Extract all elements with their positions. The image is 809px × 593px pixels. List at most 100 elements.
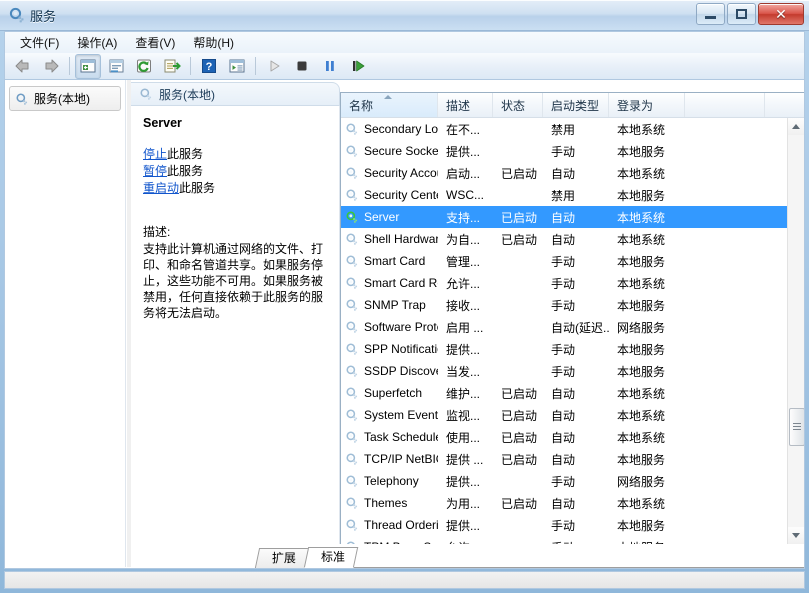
export-list-icon[interactable] [159,54,185,79]
table-row[interactable]: Task Scheduler使用...已启动自动本地系统 [341,426,787,448]
properties-icon[interactable] [103,54,129,79]
cell-text: SSDP Discovery [364,364,438,378]
help-icon[interactable]: ? [196,54,222,79]
column-log-on-as-label: 登录为 [617,97,653,114]
table-row[interactable]: Secondary Logon在不...禁用本地系统 [341,118,787,140]
minimize-button[interactable] [696,3,725,25]
column-status[interactable]: 状态 [493,93,543,117]
cell-text: 网络服务 [617,475,665,489]
restart-service-link[interactable]: 重启动 [143,181,179,195]
cell-log-on-as: 本地服务 [609,517,685,534]
table-row[interactable]: TCP/IP NetBIOS ...提供 ...已启动自动本地服务 [341,448,787,470]
table-row[interactable]: Smart Card Rem...允许...手动本地系统 [341,272,787,294]
start-service-icon[interactable] [261,54,287,79]
tab-extended[interactable]: 扩展 [255,548,309,568]
tree-node-label: 服务(本地) [34,90,90,107]
table-row[interactable]: Software Protect...启用 ...自动(延迟...网络服务 [341,316,787,338]
menu-action[interactable]: 操作(A) [68,31,126,54]
table-row[interactable]: Telephony提供...手动网络服务 [341,470,787,492]
cell-log-on-as: 本地服务 [609,253,685,270]
table-row[interactable]: SSDP Discovery当发...手动本地服务 [341,360,787,382]
cell-text: System Event N... [364,408,438,422]
cell-text: 本地服务 [617,453,665,467]
cell-log-on-as: 本地服务 [609,297,685,314]
restart-service-icon[interactable] [345,54,371,79]
pause-service-icon[interactable] [317,54,343,79]
cell-text: 手动 [551,299,575,313]
table-row[interactable]: TPM Base Servic允许手动本地服务 [341,536,787,544]
column-description[interactable]: 描述 [438,93,493,117]
svg-text:?: ? [206,61,213,73]
table-row[interactable]: Themes为用...已启动自动本地系统 [341,492,787,514]
cell-status: 已启动 [493,231,543,248]
tree-node-services-local[interactable]: 服务(本地) [9,86,121,111]
cell-description: 提供 ... [438,451,493,468]
table-row[interactable]: SPP Notification ...提供...手动本地服务 [341,338,787,360]
cell-text: 手动 [551,519,575,533]
menu-help[interactable]: 帮助(H) [184,31,243,54]
cell-status: 已启动 [493,385,543,402]
cell-text: Thread Orderin... [364,518,438,532]
cell-name: Server [341,210,438,224]
cell-name: TCP/IP NetBIOS ... [341,452,438,466]
table-row[interactable]: Secure Socket T...提供...手动本地服务 [341,140,787,162]
cell-text: Security Account... [364,166,438,180]
table-row[interactable]: Superfetch维护...已启动自动本地系统 [341,382,787,404]
cell-text: 已启动 [501,409,537,423]
stop-service-link-suffix: 此服务 [167,147,203,161]
cell-description: 当发... [438,363,493,380]
forward-icon[interactable] [38,54,64,79]
column-log-on-as[interactable]: 登录为 [609,93,685,117]
refresh-icon[interactable] [131,54,157,79]
cell-startup-type: 自动 [543,451,609,468]
table-row[interactable]: Security CenterWSC...禁用本地服务 [341,184,787,206]
cell-startup-type: 自动 [543,209,609,226]
service-gear-icon [345,540,359,544]
cell-log-on-as: 本地系统 [609,165,685,182]
service-gear-icon [345,254,359,268]
column-startup-type[interactable]: 启动类型 [543,93,609,117]
cell-startup-type: 手动 [543,539,609,545]
scroll-up-icon[interactable] [788,118,804,135]
scroll-down-icon[interactable] [788,527,804,544]
cell-text: 本地服务 [617,299,665,313]
scroll-thumb[interactable] [789,408,804,446]
cell-name: SPP Notification ... [341,342,438,356]
column-name[interactable]: 名称 [341,93,438,117]
close-button[interactable]: ✕ [758,3,804,25]
tab-standard[interactable]: 标准 [304,547,358,568]
back-icon[interactable] [10,54,36,79]
cell-text: TCP/IP NetBIOS ... [364,452,438,466]
column-filler[interactable] [685,93,765,117]
stop-service-icon[interactable] [289,54,315,79]
cell-status: 已启动 [493,495,543,512]
cell-startup-type: 禁用 [543,121,609,138]
maximize-button[interactable] [727,3,756,25]
show-tree-icon[interactable] [75,54,101,79]
table-row[interactable]: Thread Orderin...提供...手动本地服务 [341,514,787,536]
menu-view[interactable]: 查看(V) [126,31,184,54]
stop-service-link[interactable]: 停止 [143,147,167,161]
pause-service-link[interactable]: 暂停 [143,164,167,178]
table-row[interactable]: Security Account...启动...已启动自动本地系统 [341,162,787,184]
vertical-scrollbar[interactable] [787,118,804,544]
menu-file[interactable]: 文件(F) [11,31,68,54]
table-row[interactable]: Shell Hardware ...为自...已启动自动本地系统 [341,228,787,250]
cell-startup-type: 自动 [543,385,609,402]
service-gear-icon [345,276,359,290]
cell-log-on-as: 网络服务 [609,473,685,490]
close-icon: ✕ [759,6,803,22]
cell-name: Software Protect... [341,320,438,334]
table-row[interactable]: SNMP Trap接收...手动本地服务 [341,294,787,316]
cell-name: Superfetch [341,386,438,400]
cell-startup-type: 手动 [543,275,609,292]
cell-text: Software Protect... [364,320,438,334]
cell-text: 已启动 [501,387,537,401]
table-row[interactable]: System Event N...监视...已启动自动本地系统 [341,404,787,426]
pause-service-link-row: 暂停此服务 [143,163,327,180]
cell-text: 本地服务 [617,541,665,545]
table-row[interactable]: Server支持...已启动自动本地系统 [341,206,787,228]
table-row[interactable]: Smart Card管理...手动本地服务 [341,250,787,272]
show-action-pane-icon[interactable] [224,54,250,79]
cell-name: Smart Card Rem... [341,276,438,290]
